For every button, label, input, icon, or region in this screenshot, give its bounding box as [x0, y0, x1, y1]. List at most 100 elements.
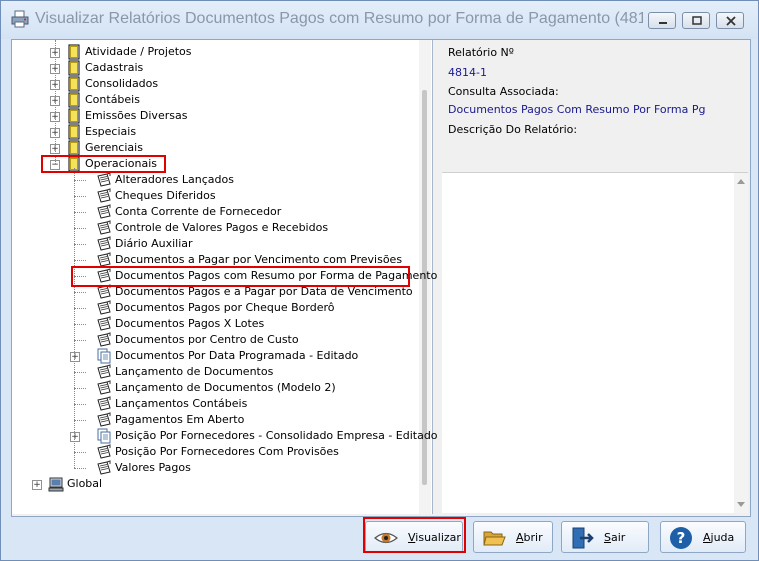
report-icon — [96, 332, 112, 348]
tree-category-label: Contábeis — [85, 93, 140, 106]
tree-report-row[interactable]: Documentos Pagos por Cheque Borderô — [12, 300, 412, 316]
tree-connector-line — [74, 228, 86, 229]
tree-report-row[interactable]: Cheques Diferidos — [12, 188, 412, 204]
tree-category-row[interactable]: + Contábeis — [12, 92, 412, 108]
maximize-button[interactable] — [682, 12, 710, 29]
report-icon — [96, 220, 112, 236]
tree-connector-line — [74, 452, 86, 453]
tree-report-label: Lançamentos Contábeis — [115, 397, 248, 410]
minimize-icon — [659, 22, 667, 24]
report-icon — [96, 380, 112, 396]
help-icon: ? — [669, 526, 693, 550]
folder-open-icon — [482, 526, 506, 550]
report-icon — [96, 300, 112, 316]
tree-connector-line — [74, 196, 86, 197]
tree-report-row[interactable]: Posição Por Fornecedores Com Provisões — [12, 444, 412, 460]
tree-category-label: Emissões Diversas — [85, 109, 188, 122]
scroll-up-icon[interactable] — [734, 175, 748, 189]
book-icon — [66, 140, 82, 156]
report-icon — [96, 172, 112, 188]
tree-category-label: Consolidados — [85, 77, 159, 90]
tree-report-row[interactable]: Documentos Pagos X Lotes — [12, 316, 412, 332]
title-bar: Visualizar Relatórios Documentos Pagos c… — [1, 1, 758, 39]
report-number-value: 4814-1 — [448, 66, 487, 79]
tree-report-label: Posição Por Fornecedores Com Provisões — [115, 445, 339, 458]
tree-report-label: Documentos Pagos X Lotes — [115, 317, 265, 330]
tree-connector-line — [74, 260, 86, 261]
computer-icon — [48, 476, 64, 492]
tree-global-label: Global — [67, 477, 103, 490]
minimize-button[interactable] — [648, 12, 676, 29]
report-icon — [96, 316, 112, 332]
tree-category-row[interactable]: + Atividade / Projetos — [12, 44, 412, 60]
expand-toggle-icon[interactable]: + — [32, 480, 42, 490]
abrir-button[interactable]: Abrir — [473, 521, 553, 553]
tree-report-row[interactable]: Diário Auxiliar — [12, 236, 412, 252]
tree-category-row[interactable]: + Gerenciais — [12, 140, 412, 156]
tree-connector-line — [74, 308, 86, 309]
expand-toggle-icon[interactable]: + — [70, 432, 80, 442]
tree-report-row[interactable]: + Documentos Por Data Programada - Editad… — [12, 348, 412, 364]
tree-connector-line — [74, 468, 86, 469]
tree-report-label: Cheques Diferidos — [115, 189, 216, 202]
tree-report-label: Alteradores Lançados — [115, 173, 234, 186]
book-icon — [66, 124, 82, 140]
tree-report-row[interactable]: Documentos por Centro de Custo — [12, 332, 412, 348]
tree-report-label: Lançamento de Documentos (Modelo 2) — [115, 381, 336, 394]
book-icon — [66, 60, 82, 76]
tree-report-label: Documentos por Centro de Custo — [115, 333, 299, 346]
documents-icon — [96, 428, 112, 444]
tree-report-row[interactable]: Lançamento de Documentos — [12, 364, 412, 380]
tree-report-label: Pagamentos Em Aberto — [115, 413, 245, 426]
report-icon — [96, 412, 112, 428]
close-button[interactable] — [716, 12, 744, 29]
sair-button[interactable]: Sair — [561, 521, 649, 553]
report-info-panel: Relatório Nº 4814-1 Consulta Associada: … — [442, 40, 748, 175]
expand-toggle-icon[interactable]: + — [70, 352, 80, 362]
tree-report-row[interactable]: Lançamento de Documentos (Modelo 2) — [12, 380, 412, 396]
report-icon — [96, 204, 112, 220]
book-icon — [66, 76, 82, 92]
highlight-selected-report — [71, 266, 410, 287]
tree-category-row[interactable]: + Emissões Diversas — [12, 108, 412, 124]
tree-report-label: Posição Por Fornecedores - Consolidado E… — [115, 429, 438, 442]
tree-connector-line — [74, 404, 86, 405]
printer-report-icon — [11, 10, 29, 28]
query-label: Consulta Associada: — [448, 85, 559, 98]
tree-report-row[interactable]: + Posição Por Fornecedores - Consolidado … — [12, 428, 438, 444]
tree-report-row[interactable]: Valores Pagos — [12, 460, 412, 476]
sair-label: Sair — [604, 531, 626, 544]
tree-category-label: Gerenciais — [85, 141, 143, 154]
tree-connector-line — [74, 372, 86, 373]
tree-report-row[interactable]: Conta Corrente de Fornecedor — [12, 204, 412, 220]
tree-category-row[interactable]: + Cadastrais — [12, 60, 412, 76]
tree-global-row[interactable]: + Global — [12, 476, 412, 492]
tree-connector-line — [74, 168, 75, 468]
report-icon — [96, 188, 112, 204]
tree-report-row[interactable]: Pagamentos Em Aberto — [12, 412, 412, 428]
report-icon — [96, 460, 112, 476]
tree-scrollbar-thumb[interactable] — [422, 90, 427, 485]
tree-category-label: Especiais — [85, 125, 137, 138]
ajuda-button[interactable]: ? Ajuda — [660, 521, 746, 553]
tree-category-row[interactable]: + Especiais — [12, 124, 412, 140]
report-number-label: Relatório Nº — [448, 46, 514, 59]
highlight-visualizar — [363, 517, 466, 553]
report-icon — [96, 236, 112, 252]
svg-text:?: ? — [677, 529, 686, 547]
tree-category-row[interactable]: + Consolidados — [12, 76, 412, 92]
tree-report-row[interactable]: Alteradores Lançados — [12, 172, 412, 188]
description-box[interactable] — [442, 172, 748, 513]
description-scrollbar[interactable] — [734, 173, 748, 513]
highlight-operacionais — [41, 155, 166, 173]
tree-report-label: Lançamento de Documentos — [115, 365, 274, 378]
tree-report-label: Documentos Por Data Programada - Editado — [115, 349, 359, 362]
abrir-label: Abrir — [516, 531, 543, 544]
window-title: Visualizar Relatórios Documentos Pagos c… — [35, 10, 643, 27]
book-icon — [66, 92, 82, 108]
scroll-down-icon[interactable] — [734, 497, 748, 511]
description-label: Descrição Do Relatório: — [448, 123, 578, 136]
report-icon — [96, 364, 112, 380]
tree-report-row[interactable]: Controle de Valores Pagos e Recebidos — [12, 220, 412, 236]
tree-report-row[interactable]: Lançamentos Contábeis — [12, 396, 412, 412]
